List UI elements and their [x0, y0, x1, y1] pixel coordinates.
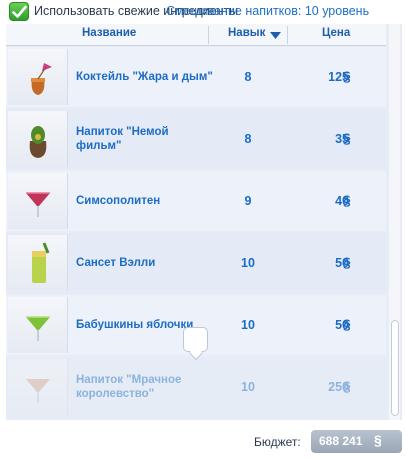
martini-glass-icon — [26, 192, 50, 217]
table-header: Название Навык Цена — [6, 24, 386, 46]
scrollbar-thumb[interactable] — [391, 320, 399, 416]
drink-skill: 10 — [241, 380, 255, 394]
simoleon-icon: § — [343, 378, 351, 395]
header-divider — [287, 26, 288, 44]
cocktail-glass-icon — [31, 63, 52, 95]
drink-skill: 10 — [241, 256, 255, 270]
budget-value: 688 241 — [319, 434, 363, 448]
drink-price: 40 — [335, 194, 349, 208]
header-divider — [208, 26, 209, 44]
tall-glass-icon — [32, 242, 50, 283]
checkmark-icon — [12, 5, 27, 18]
drink-skill: 8 — [244, 132, 252, 146]
table-row[interactable]: Сансет Вэлли 10 50 § — [6, 233, 386, 293]
drink-price: 125 — [328, 70, 349, 84]
drink-name: Напиток "Немой фильм" — [76, 126, 169, 152]
simoleon-icon: § — [343, 130, 351, 147]
drink-name: Коктейль "Жара и дым" — [76, 71, 213, 83]
header-price[interactable]: Цена — [322, 27, 350, 39]
drink-price: 250 — [328, 380, 349, 394]
simoleon-icon: § — [343, 316, 351, 333]
drink-name: Симсополитен — [76, 195, 161, 207]
drink-thumbnail — [8, 235, 68, 291]
drink-skill: 8 — [244, 70, 252, 84]
drink-thumbnail — [8, 297, 68, 353]
drink-thumbnail — [8, 359, 68, 415]
martini-glass-icon — [26, 316, 50, 341]
drink-price: 35 — [335, 132, 349, 146]
simoleon-icon: § — [343, 254, 351, 271]
sort-down-icon — [270, 32, 281, 39]
table-row[interactable]: Напиток "Мрачное королевство" 10 250 § — [6, 357, 386, 417]
drink-skill: 10 — [241, 318, 255, 332]
fresh-ingredients-checkbox[interactable] — [9, 2, 29, 21]
martini-glass-icon — [26, 379, 50, 403]
cocktail-glass-icon — [29, 126, 47, 158]
simoleon-icon: § — [343, 68, 351, 85]
drink-thumbnail — [8, 49, 68, 105]
drink-price: 50 — [335, 318, 349, 332]
simoleon-icon: § — [374, 432, 382, 448]
mixology-skill-label: Смешивание напитков: 10 уровень — [166, 4, 370, 18]
table-row[interactable]: Напиток "Немой фильм" 8 35 § — [6, 109, 386, 169]
header-name[interactable]: Название — [82, 27, 136, 39]
hover-tooltip — [183, 327, 208, 352]
drinks-table: Название Навык Цена Коктейль "Жара и дым… — [6, 24, 402, 420]
table-row[interactable]: Симсополитен 9 40 § — [6, 171, 386, 231]
drink-thumbnail — [8, 111, 68, 167]
drink-name: Сансет Вэлли — [76, 257, 156, 269]
drink-skill: 9 — [244, 194, 252, 208]
budget-box: 688 241 § — [311, 430, 402, 453]
drink-name: Напиток "Мрачное королевство" — [76, 374, 182, 400]
header-skill[interactable]: Навык — [228, 27, 265, 39]
drink-thumbnail — [8, 173, 68, 229]
simoleon-icon: § — [343, 192, 351, 209]
table-row[interactable]: Коктейль "Жара и дым" 8 125 § — [6, 47, 386, 107]
budget-label: Бюджет: — [254, 435, 301, 449]
top-bar: Использовать свежие ингредиенты Смешиван… — [0, 0, 406, 24]
drink-price: 50 — [335, 256, 349, 270]
